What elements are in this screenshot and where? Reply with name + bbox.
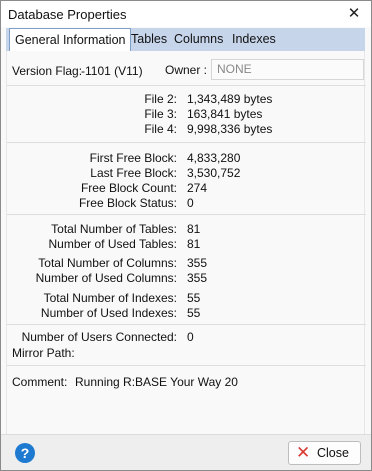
tab-tables[interactable]: Tables — [131, 28, 167, 51]
free-block-count-label: Free Block Count: — [80, 181, 177, 195]
total-indexes-value: 55 — [187, 291, 201, 305]
total-tables-label: Total Number of Tables: — [51, 222, 177, 236]
comment-value: Running R:BASE Your Way 20 — [75, 375, 238, 389]
tab-general-information[interactable]: General Information — [9, 28, 132, 52]
divider — [7, 85, 366, 86]
file-4-label: File 4: — [144, 122, 177, 136]
version-flag-value: -1101 (V11) — [81, 64, 143, 78]
file-2-label: File 2: — [144, 92, 177, 106]
comment-label: Comment: — [12, 375, 68, 389]
file-3-label: File 3: — [144, 107, 177, 121]
help-circle-icon[interactable]: ? — [15, 443, 35, 463]
window-title: Database Properties — [8, 7, 127, 22]
divider — [7, 214, 366, 215]
total-indexes-label: Total Number of Indexes: — [43, 291, 177, 305]
close-x-icon: ✕ — [296, 443, 311, 462]
first-free-block-label: First Free Block: — [89, 151, 177, 165]
last-free-block-label: Last Free Block: — [90, 166, 177, 180]
total-columns-value: 355 — [187, 256, 208, 270]
close-button-label: Close — [317, 446, 349, 460]
used-tables-value: 81 — [187, 237, 201, 251]
used-columns-value: 355 — [187, 271, 208, 285]
last-free-block-value: 3,530,752 — [187, 166, 241, 180]
database-properties-window: Database Properties ✕ General Informatio… — [0, 0, 372, 471]
used-indexes-label: Number of Used Indexes: — [40, 306, 177, 320]
window-close-icon[interactable]: ✕ — [342, 2, 366, 26]
owner-field[interactable]: NONE — [211, 59, 364, 80]
users-connected-value: 0 — [187, 330, 194, 344]
divider — [7, 365, 366, 366]
close-button[interactable]: ✕ Close — [288, 441, 361, 465]
free-block-status-value: 0 — [187, 196, 194, 210]
used-tables-label: Number of Used Tables: — [48, 237, 177, 251]
file-3-value: 163,841 bytes — [187, 107, 263, 121]
owner-label: Owner : — [165, 63, 208, 77]
used-indexes-value: 55 — [187, 306, 201, 320]
file-2-value: 1,343,489 bytes — [187, 92, 273, 106]
tab-columns[interactable]: Columns — [174, 28, 223, 51]
tab-bar: General Information Tables Columns Index… — [6, 28, 365, 52]
total-tables-value: 81 — [187, 222, 201, 236]
users-connected-label: Number of Users Connected: — [21, 330, 177, 344]
free-block-count-value: 274 — [187, 181, 208, 195]
title-bar: Database Properties ✕ — [1, 1, 371, 27]
first-free-block-value: 4,833,280 — [187, 151, 241, 165]
mirror-path-label: Mirror Path: — [12, 346, 75, 360]
file-4-value: 9,998,336 bytes — [187, 122, 273, 136]
general-information-panel: Version Flag: -1101 (V11) Owner : NONE F… — [6, 51, 366, 434]
free-block-status-label: Free Block Status: — [78, 196, 177, 210]
tab-indexes[interactable]: Indexes — [232, 28, 276, 51]
version-flag-label: Version Flag: — [12, 64, 83, 78]
divider — [7, 142, 366, 143]
total-columns-label: Total Number of Columns: — [38, 256, 177, 270]
used-columns-label: Number of Used Columns: — [35, 271, 177, 285]
dialog-footer: ? ✕ Close — [1, 434, 371, 470]
divider — [7, 324, 366, 325]
